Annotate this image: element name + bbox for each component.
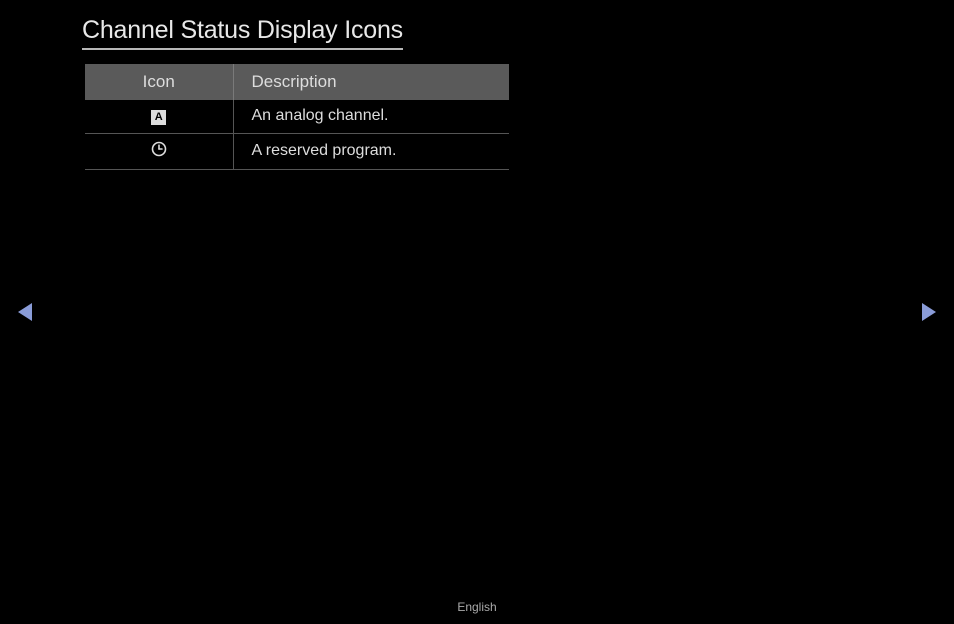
column-header-description: Description [233,64,509,100]
arrow-left-icon [16,302,34,322]
next-page-button[interactable] [920,302,938,327]
description-cell: An analog channel. [233,100,509,133]
icon-table: Icon Description A An analog channel. A … [85,64,509,170]
arrow-right-icon [920,302,938,322]
analog-icon: A [151,110,166,125]
description-cell: A reserved program. [233,133,509,169]
table-row: A reserved program. [85,133,509,169]
table-row: A An analog channel. [85,100,509,133]
page-title: Channel Status Display Icons [82,16,403,50]
previous-page-button[interactable] [16,302,34,327]
language-label: English [0,600,954,614]
column-header-icon: Icon [85,64,233,100]
clock-icon [151,141,167,162]
